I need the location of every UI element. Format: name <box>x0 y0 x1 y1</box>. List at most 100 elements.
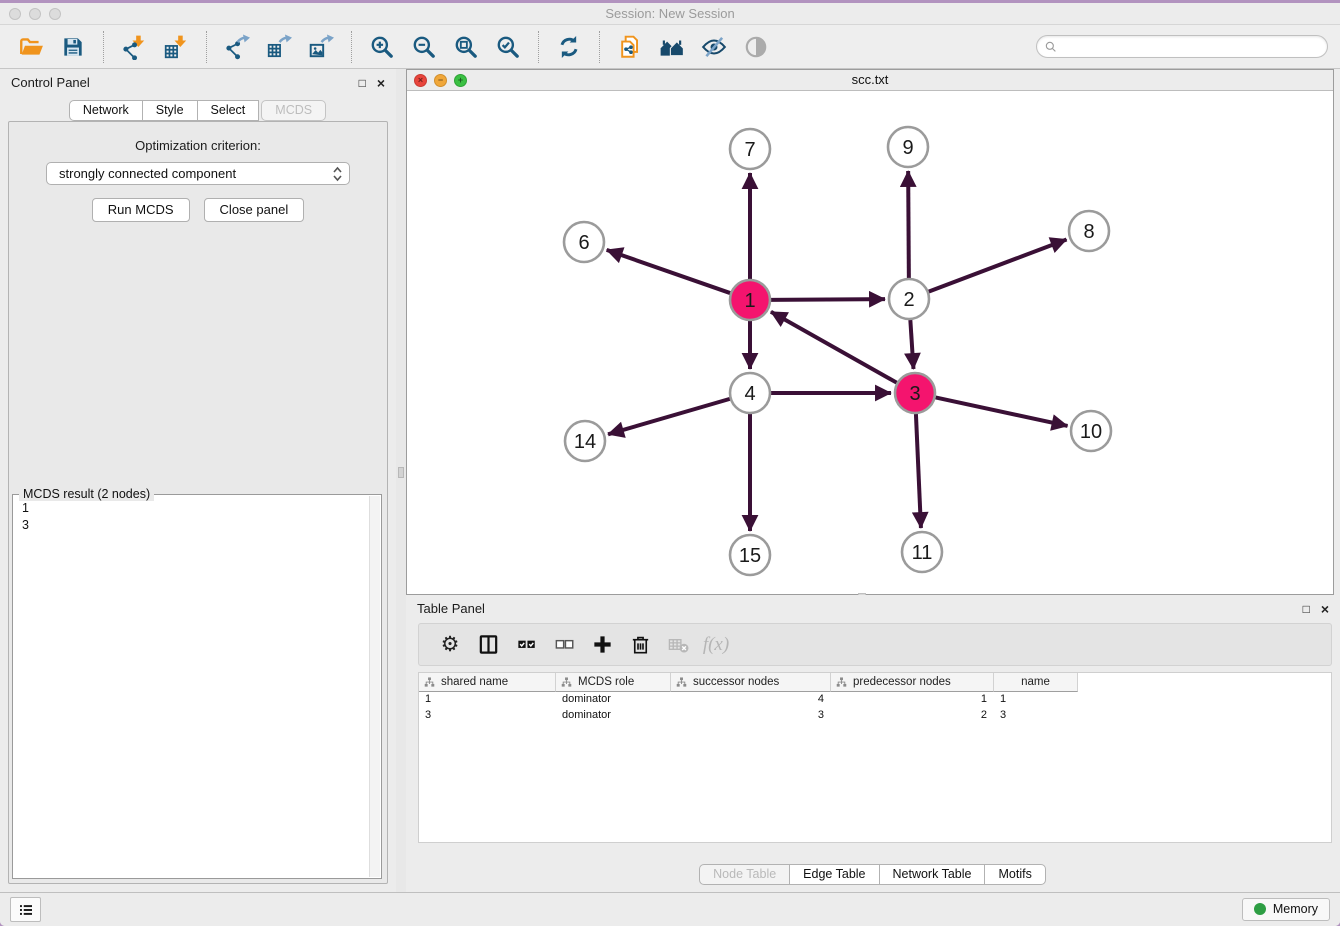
export-table-button[interactable] <box>261 30 297 64</box>
delete-row-button[interactable] <box>621 627 659 663</box>
optimization-criterion-label: Optimization criterion: <box>9 138 387 153</box>
edge-3-11[interactable] <box>916 414 921 528</box>
delete-table-button <box>659 627 697 663</box>
cell-shared-name[interactable]: 1 <box>419 692 556 708</box>
clone-network-button[interactable] <box>612 30 648 64</box>
network-close-button[interactable]: × <box>414 74 427 87</box>
save-session-button[interactable] <box>55 30 91 64</box>
edge-2-3[interactable] <box>910 320 913 369</box>
hide-selected-button[interactable] <box>696 30 732 64</box>
result-scrollbar[interactable] <box>369 496 380 877</box>
cell-successor-nodes[interactable]: 3 <box>671 708 831 724</box>
node-15[interactable]: 15 <box>730 535 770 575</box>
tab-network-table[interactable]: Network Table <box>879 864 986 885</box>
zoom-out-button[interactable] <box>406 30 442 64</box>
node-8[interactable]: 8 <box>1069 211 1109 251</box>
result-item[interactable]: 1 <box>22 500 360 517</box>
zoom-window-button[interactable] <box>49 8 61 20</box>
table-panel-header: Table Panel □ × <box>406 595 1340 622</box>
edge-2-9[interactable] <box>908 171 909 278</box>
splitter-handle[interactable] <box>398 467 404 478</box>
run-mcds-button[interactable]: Run MCDS <box>92 198 190 222</box>
minimize-window-button[interactable] <box>29 8 41 20</box>
edge-1-6[interactable] <box>607 250 731 293</box>
float-panel-icon[interactable]: □ <box>359 77 366 89</box>
column-header-predecessor-nodes[interactable]: predecessor nodes <box>831 673 994 692</box>
import-table-button[interactable] <box>158 30 194 64</box>
close-window-button[interactable] <box>9 8 21 20</box>
cell-MCDS-role[interactable]: dominator <box>556 708 671 724</box>
zoom-fit-button[interactable] <box>448 30 484 64</box>
network-canvas[interactable]: 7 9 6 8 1 2 4 3 14 10 15 11 <box>407 91 1333 594</box>
node-9[interactable]: 9 <box>888 127 928 167</box>
edge-3-10[interactable] <box>936 397 1068 426</box>
result-item[interactable]: 3 <box>22 517 360 534</box>
node-10[interactable]: 10 <box>1071 411 1111 451</box>
column-header-name[interactable]: name <box>994 673 1078 692</box>
show-all-button[interactable] <box>738 30 774 64</box>
cell-predecessor-nodes[interactable]: 2 <box>831 708 994 724</box>
close-table-panel-icon[interactable]: × <box>1321 602 1329 616</box>
cell-name[interactable]: 1 <box>994 692 1078 708</box>
zoom-in-button[interactable] <box>364 30 400 64</box>
table-row[interactable]: 3dominator323 <box>419 708 1331 724</box>
search-input[interactable] <box>1058 40 1320 54</box>
export-image-button[interactable] <box>303 30 339 64</box>
column-header-successor-nodes[interactable]: successor nodes <box>671 673 831 692</box>
apply-layout-button[interactable] <box>551 30 587 64</box>
cell-successor-nodes[interactable]: 4 <box>671 692 831 708</box>
edge-3-1[interactable] <box>771 312 897 383</box>
tab-motifs[interactable]: Motifs <box>984 864 1045 885</box>
search-box[interactable] <box>1036 35 1328 58</box>
tab-style[interactable]: Style <box>142 100 198 121</box>
cell-MCDS-role[interactable]: dominator <box>556 692 671 708</box>
network-maximize-button[interactable]: + <box>454 74 467 87</box>
cell-name[interactable]: 3 <box>994 708 1078 724</box>
edge-1-2[interactable] <box>771 299 885 300</box>
import-network-button[interactable] <box>116 30 152 64</box>
float-table-panel-icon[interactable]: □ <box>1303 603 1310 615</box>
split-columns-button[interactable] <box>469 627 507 663</box>
column-header-MCDS-role[interactable]: MCDS role <box>556 673 671 692</box>
node-2[interactable]: 2 <box>889 279 929 319</box>
tab-edge-table[interactable]: Edge Table <box>789 864 879 885</box>
node-4[interactable]: 4 <box>730 373 770 413</box>
node-11[interactable]: 11 <box>902 532 942 572</box>
deselect-all-button[interactable] <box>545 627 583 663</box>
edge-2-8[interactable] <box>929 239 1067 291</box>
add-row-button[interactable] <box>583 627 621 663</box>
node-14[interactable]: 14 <box>565 421 605 461</box>
close-panel-button[interactable]: Close panel <box>204 198 305 222</box>
network-minimize-button[interactable]: − <box>434 74 447 87</box>
tab-mcds[interactable]: MCDS <box>261 100 326 121</box>
node-6[interactable]: 6 <box>564 222 604 262</box>
memory-button[interactable]: Memory <box>1242 898 1330 921</box>
cell-predecessor-nodes[interactable]: 1 <box>831 692 994 708</box>
tab-network[interactable]: Network <box>69 100 143 121</box>
mcds-result-list[interactable]: 13 <box>14 496 368 877</box>
open-session-button[interactable] <box>13 30 49 64</box>
optimization-criterion-select[interactable]: strongly connected component <box>46 162 350 185</box>
select-all-button[interactable] <box>507 627 545 663</box>
node-3[interactable]: 3 <box>895 373 935 413</box>
vertical-splitter[interactable] <box>396 69 406 892</box>
zoom-selected-button[interactable] <box>490 30 526 64</box>
tab-select[interactable]: Select <box>197 100 260 121</box>
column-header-shared-name[interactable]: shared name <box>419 673 556 692</box>
close-panel-icon[interactable]: × <box>377 76 385 90</box>
table-rows: 1dominator4113dominator323 <box>419 692 1331 724</box>
gear-button[interactable]: ⚙ <box>431 627 469 663</box>
task-history-button[interactable] <box>10 897 41 922</box>
split-columns-icon <box>477 633 500 656</box>
zoom-in-icon <box>369 34 395 60</box>
table-row[interactable]: 1dominator411 <box>419 692 1331 708</box>
cell-shared-name[interactable]: 3 <box>419 708 556 724</box>
export-network-button[interactable] <box>219 30 255 64</box>
home-button[interactable] <box>654 30 690 64</box>
node-7[interactable]: 7 <box>730 129 770 169</box>
function-button: f(x) <box>697 627 735 663</box>
tab-node-table[interactable]: Node Table <box>699 864 790 885</box>
edge-4-14[interactable] <box>608 399 730 434</box>
node-1[interactable]: 1 <box>730 280 770 320</box>
network-graph[interactable]: 7 9 6 8 1 2 4 3 14 10 15 11 <box>407 91 1333 594</box>
